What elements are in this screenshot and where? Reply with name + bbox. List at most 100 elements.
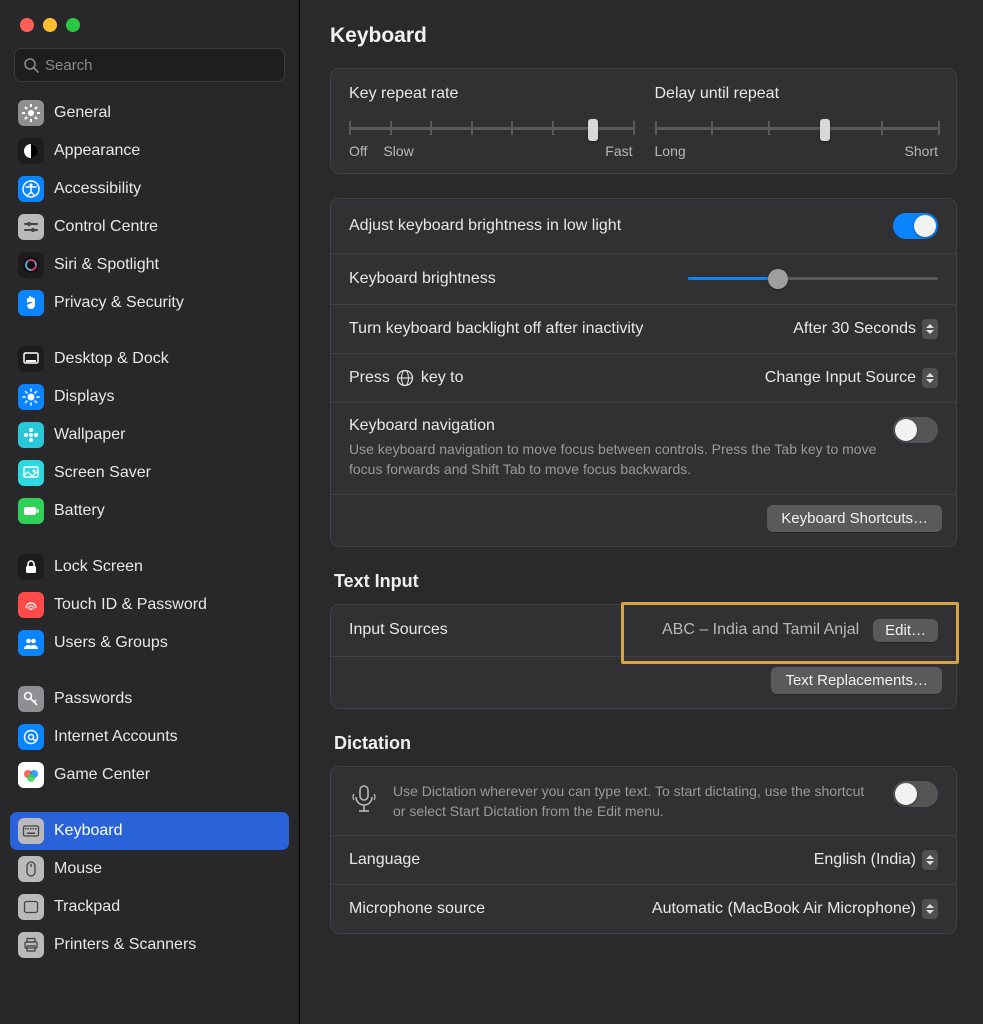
siri-icon	[18, 252, 44, 278]
globe-key-value: Change Input Source	[765, 369, 916, 387]
text-replacements-button[interactable]: Text Replacements…	[771, 667, 942, 694]
sidebar-item-mouse[interactable]: Mouse	[10, 850, 289, 888]
keyboard-nav-label: Keyboard navigation	[349, 417, 879, 435]
auto-brightness-label: Adjust keyboard brightness in low light	[349, 217, 621, 235]
delay-labels: Long Short	[655, 143, 939, 159]
keyboard-shortcuts-button[interactable]: Keyboard Shortcuts…	[767, 505, 942, 532]
search-icon	[23, 57, 39, 73]
sidebar-item-label: Accessibility	[54, 180, 141, 198]
sidebar-item-label: Internet Accounts	[54, 728, 178, 746]
sidebar-item-siri-spotlight[interactable]: Siri & Spotlight	[10, 246, 289, 284]
brightness-level-row: Keyboard brightness	[331, 253, 956, 304]
sidebar-item-game-center[interactable]: Game Center	[10, 756, 289, 794]
sidebar-item-battery[interactable]: Battery	[10, 492, 289, 530]
sidebar-item-label: Displays	[54, 388, 114, 406]
dictation-desc: Use Dictation wherever you can type text…	[393, 781, 879, 822]
sidebar-item-keyboard[interactable]: Keyboard	[10, 812, 289, 850]
brightness-panel: Adjust keyboard brightness in low light …	[330, 198, 957, 547]
sidebar-item-label: Appearance	[54, 142, 140, 160]
sidebar-item-internet-accounts[interactable]: Internet Accounts	[10, 718, 289, 756]
key-icon	[18, 686, 44, 712]
sidebar-item-touch-id-password[interactable]: Touch ID & Password	[10, 586, 289, 624]
delay-title: Delay until repeat	[655, 85, 939, 103]
edit-input-sources-button[interactable]: Edit…	[873, 619, 938, 642]
brightness-level-label: Keyboard brightness	[349, 270, 496, 288]
printer-icon	[18, 932, 44, 958]
globe-icon	[396, 369, 414, 387]
dictation-section-title: Dictation	[334, 733, 957, 754]
sidebar-item-label: Mouse	[54, 860, 102, 878]
control-icon	[18, 214, 44, 240]
close-window-button[interactable]	[20, 18, 34, 32]
sidebar-item-trackpad[interactable]: Trackpad	[10, 888, 289, 926]
sidebar-item-displays[interactable]: Displays	[10, 378, 289, 416]
sidebar-item-accessibility[interactable]: Accessibility	[10, 170, 289, 208]
sidebar-item-general[interactable]: General	[10, 94, 289, 132]
gamecenter-icon	[18, 762, 44, 788]
sidebar-item-printers-scanners[interactable]: Printers & Scanners	[10, 926, 289, 964]
sidebar-item-label: Privacy & Security	[54, 294, 184, 312]
search-field[interactable]	[14, 48, 285, 82]
delay-slider[interactable]	[655, 117, 939, 139]
search-input[interactable]	[45, 57, 276, 74]
keyboard-nav-desc: Use keyboard navigation to move focus be…	[349, 439, 879, 480]
backlight-inactivity-row: Turn keyboard backlight off after inacti…	[331, 304, 956, 353]
globe-key-row: Press key to Change Input Source	[331, 353, 956, 402]
sidebar-item-label: Desktop & Dock	[54, 350, 169, 368]
accessibility-icon	[18, 176, 44, 202]
brightness-slider[interactable]	[688, 268, 938, 290]
auto-brightness-row: Adjust keyboard brightness in low light	[331, 199, 956, 253]
sidebar-item-desktop-dock[interactable]: Desktop & Dock	[10, 340, 289, 378]
sidebar-item-label: Game Center	[54, 766, 150, 784]
text-replacements-btn-row: Text Replacements…	[331, 656, 956, 708]
sidebar-item-label: Keyboard	[54, 822, 123, 840]
key-repeat-fast-label: Fast	[605, 143, 632, 159]
sidebar-item-wallpaper[interactable]: Wallpaper	[10, 416, 289, 454]
auto-brightness-toggle[interactable]	[893, 213, 938, 239]
updown-icon	[922, 368, 938, 388]
window-controls	[0, 0, 299, 42]
backlight-inactivity-popup[interactable]: After 30 Seconds	[793, 319, 938, 339]
sidebar-item-label: Printers & Scanners	[54, 936, 196, 954]
at-icon	[18, 724, 44, 750]
minimize-window-button[interactable]	[43, 18, 57, 32]
sidebar-list: General Appearance Accessibility Control…	[0, 94, 299, 1024]
dictation-toggle-row: Use Dictation wherever you can type text…	[331, 767, 956, 836]
sun-icon	[18, 384, 44, 410]
key-repeat-slow-label: Slow	[383, 143, 413, 159]
mic-source-popup[interactable]: Automatic (MacBook Air Microphone)	[652, 899, 938, 919]
sidebar-item-privacy-security[interactable]: Privacy & Security	[10, 284, 289, 322]
mic-source-value: Automatic (MacBook Air Microphone)	[652, 900, 916, 918]
mic-source-label: Microphone source	[349, 900, 485, 918]
key-repeat-block: Key repeat rate Off Slow Fast	[349, 85, 633, 159]
dictation-language-value: English (India)	[814, 851, 916, 869]
sidebar-item-users-groups[interactable]: Users & Groups	[10, 624, 289, 662]
keyboard-nav-toggle[interactable]	[893, 417, 938, 443]
text-input-section-title: Text Input	[334, 571, 957, 592]
globe-key-label: Press key to	[349, 369, 464, 387]
fingerprint-icon	[18, 592, 44, 618]
flower-icon	[18, 422, 44, 448]
key-repeat-slider[interactable]	[349, 117, 633, 139]
keyboard-main-panel: Key repeat rate Off Slow Fast Delay unti…	[330, 68, 957, 174]
repeat-sliders-row: Key repeat rate Off Slow Fast Delay unti…	[331, 69, 956, 173]
microphone-icon	[349, 781, 379, 817]
hand-icon	[18, 290, 44, 316]
sidebar-item-appearance[interactable]: Appearance	[10, 132, 289, 170]
dictation-language-popup[interactable]: English (India)	[814, 850, 938, 870]
page-title: Keyboard	[330, 24, 957, 48]
sidebar-item-passwords[interactable]: Passwords	[10, 680, 289, 718]
sidebar-item-screen-saver[interactable]: Screen Saver	[10, 454, 289, 492]
sidebar-item-lock-screen[interactable]: Lock Screen	[10, 548, 289, 586]
sidebar-item-label: Trackpad	[54, 898, 120, 916]
input-sources-row: Input Sources ABC – India and Tamil Anja…	[331, 605, 956, 656]
sidebar-item-label: Control Centre	[54, 218, 158, 236]
sidebar-item-label: Battery	[54, 502, 105, 520]
gear-icon	[18, 100, 44, 126]
sidebar-item-control-centre[interactable]: Control Centre	[10, 208, 289, 246]
globe-key-popup[interactable]: Change Input Source	[765, 368, 938, 388]
keyboard-icon	[18, 818, 44, 844]
shortcuts-btn-row: Keyboard Shortcuts…	[331, 494, 956, 546]
zoom-window-button[interactable]	[66, 18, 80, 32]
dictation-toggle[interactable]	[893, 781, 938, 807]
